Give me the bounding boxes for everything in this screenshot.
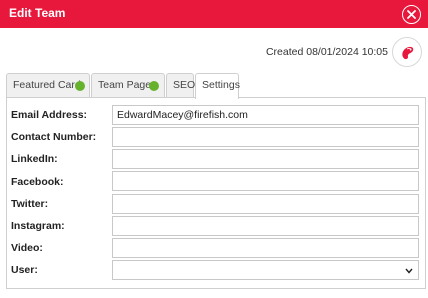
facebook-field[interactable]	[112, 171, 419, 191]
email-label: Email Address:	[11, 109, 88, 121]
firefish-logo-icon	[402, 46, 414, 60]
close-button[interactable]	[402, 5, 421, 24]
tab-settings[interactable]: Settings	[195, 73, 240, 99]
facebook-label: Facebook:	[11, 176, 64, 188]
video-field[interactable]	[112, 238, 419, 258]
tab-label: Team Page	[98, 79, 152, 91]
tab-label: SEO	[173, 79, 196, 91]
linkedin-label: LinkedIn:	[11, 153, 58, 165]
user-select[interactable]	[112, 260, 419, 280]
created-timestamp: Created 08/01/2024 10:05	[265, 46, 388, 58]
team-logo	[392, 37, 422, 67]
email-field[interactable]	[112, 105, 419, 125]
close-icon	[407, 10, 416, 19]
dialog-title: Edit Team	[9, 6, 66, 20]
tab-label: Featured Card	[13, 79, 81, 91]
video-label: Video:	[11, 242, 43, 254]
tab-seo[interactable]: SEO	[166, 73, 196, 98]
tab-featured-card[interactable]: Featured Card	[6, 73, 90, 98]
contact-number-label: Contact Number:	[11, 131, 97, 143]
status-complete-icon	[149, 81, 159, 91]
tab-label: Settings	[202, 79, 240, 91]
instagram-label: Instagram:	[11, 220, 65, 232]
dialog-header: Edit Team	[0, 0, 428, 28]
twitter-label: Twitter:	[11, 198, 49, 210]
tab-team-page[interactable]: Team Page	[91, 73, 165, 98]
user-label: User:	[11, 264, 38, 276]
edit-team-dialog: Edit Team Created 08/01/2024 10:05 Featu…	[0, 0, 428, 298]
chevron-down-icon	[405, 268, 413, 274]
status-complete-icon	[75, 81, 85, 91]
twitter-field[interactable]	[112, 194, 419, 214]
linkedin-field[interactable]	[112, 149, 419, 169]
instagram-field[interactable]	[112, 216, 419, 236]
contact-number-field[interactable]	[112, 127, 419, 147]
